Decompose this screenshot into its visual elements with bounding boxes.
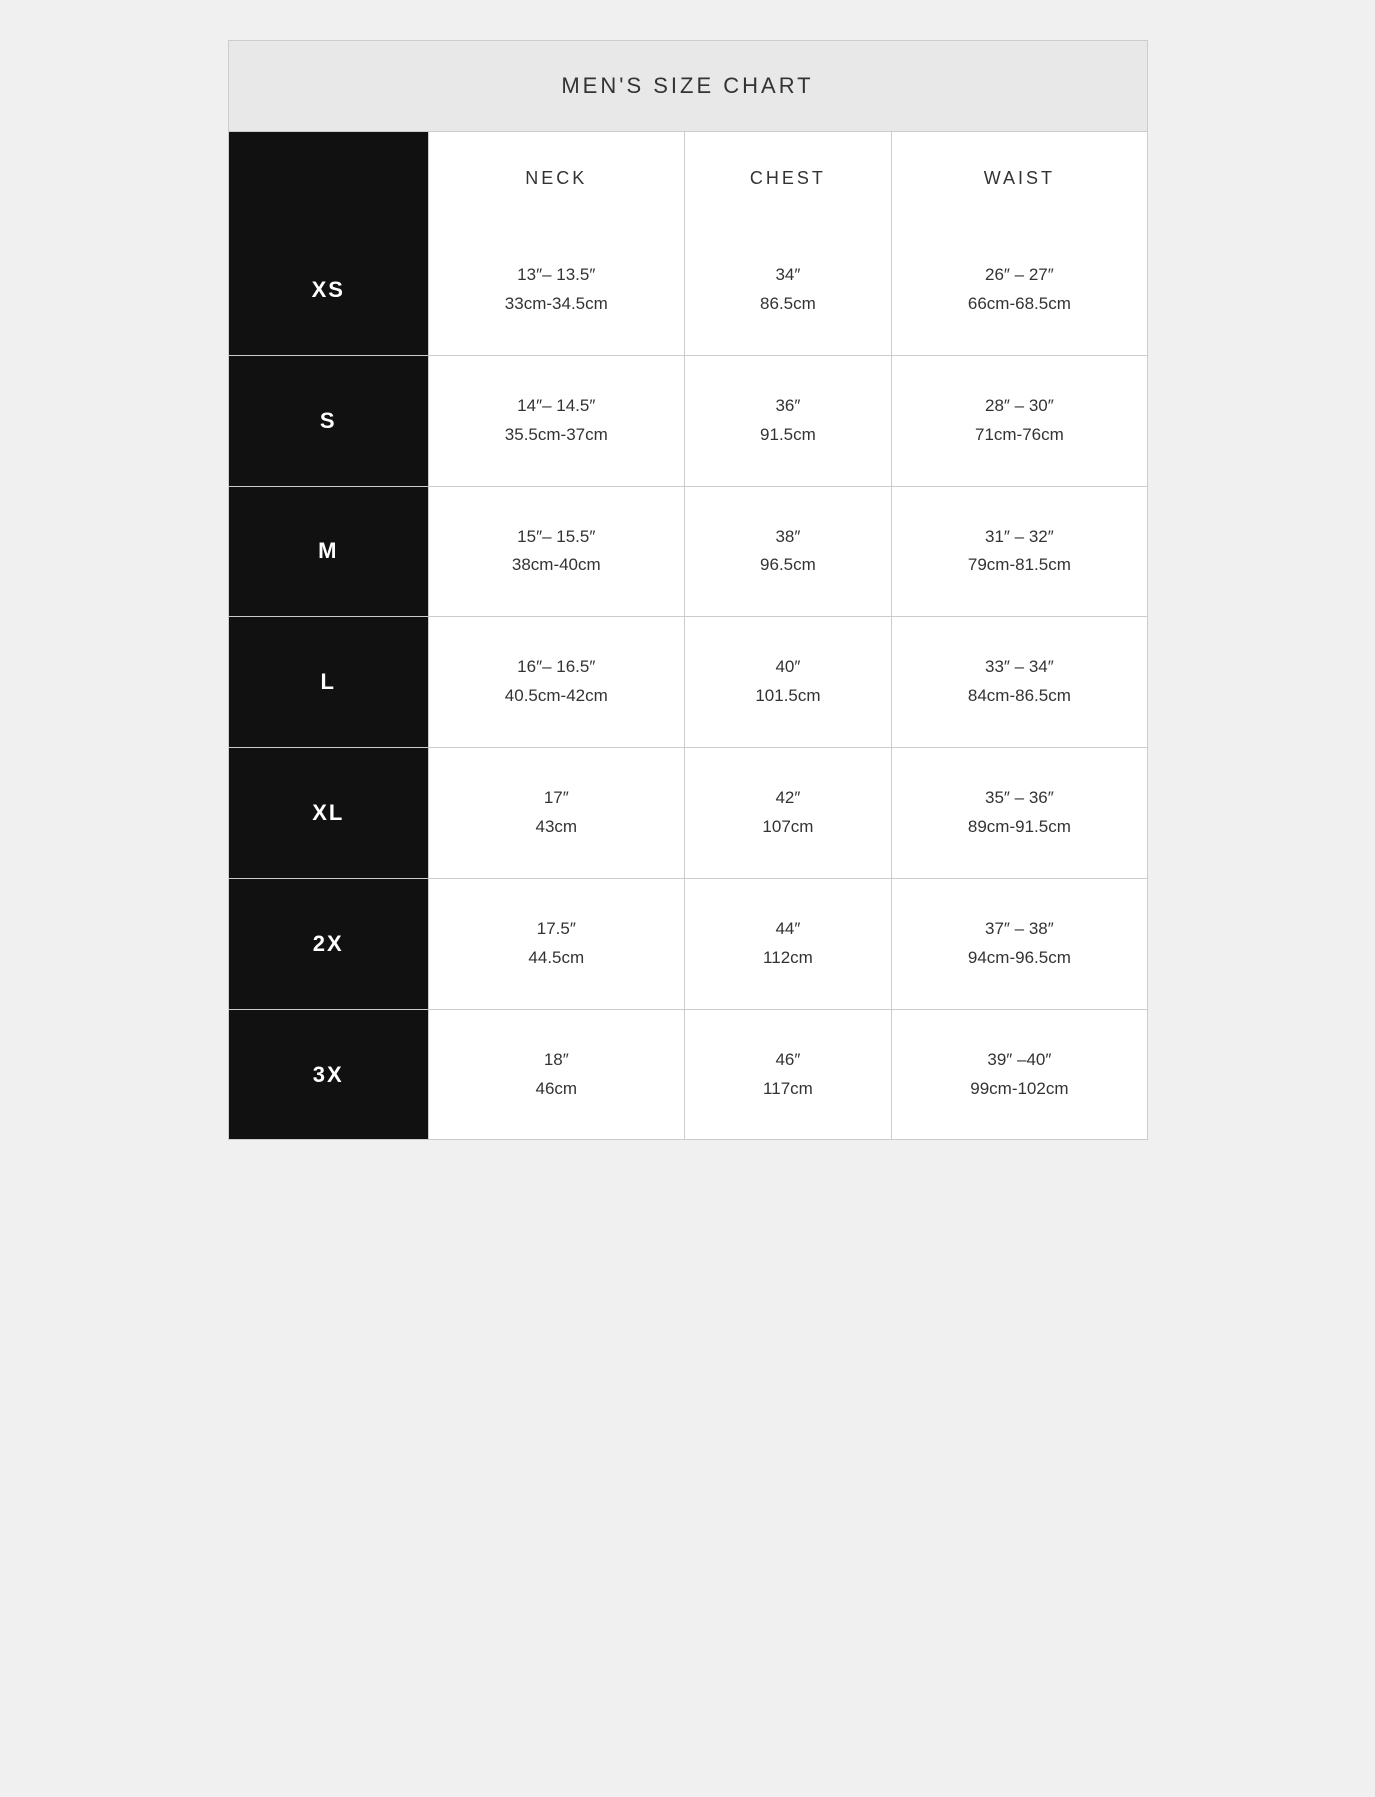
waist-cell: 39″ –40″99cm-102cm	[892, 1009, 1147, 1139]
table-header-row: NECK CHEST WAIST	[229, 132, 1147, 225]
size-chart: MEN'S SIZE CHART NECK CHEST WAIST XS13″–…	[228, 40, 1148, 1140]
table-row: 2X17.5″44.5cm44″112cm37″ – 38″94cm-96.5c…	[229, 878, 1147, 1009]
chest-cell: 46″117cm	[684, 1009, 892, 1139]
chest-cell: 34″86.5cm	[684, 225, 892, 355]
waist-cell: 37″ – 38″94cm-96.5cm	[892, 878, 1147, 1009]
size-label-cell: XL	[229, 748, 429, 879]
chart-title-row: MEN'S SIZE CHART	[229, 41, 1147, 132]
size-label-cell: L	[229, 617, 429, 748]
chest-cell: 38″96.5cm	[684, 486, 892, 617]
table-row: 3X18″46cm46″117cm39″ –40″99cm-102cm	[229, 1009, 1147, 1139]
chest-cell: 42″107cm	[684, 748, 892, 879]
neck-cell: 18″46cm	[429, 1009, 685, 1139]
size-label-cell: 2X	[229, 878, 429, 1009]
neck-cell: 17.5″44.5cm	[429, 878, 685, 1009]
size-label-cell: S	[229, 355, 429, 486]
waist-cell: 26″ – 27″66cm-68.5cm	[892, 225, 1147, 355]
header-waist: WAIST	[892, 132, 1147, 225]
table-row: S14″– 14.5″35.5cm-37cm36″91.5cm28″ – 30″…	[229, 355, 1147, 486]
header-chest: CHEST	[684, 132, 892, 225]
table-row: L16″– 16.5″40.5cm-42cm40″101.5cm33″ – 34…	[229, 617, 1147, 748]
waist-cell: 28″ – 30″71cm-76cm	[892, 355, 1147, 486]
waist-cell: 33″ – 34″84cm-86.5cm	[892, 617, 1147, 748]
size-table: NECK CHEST WAIST XS13″– 13.5″33cm-34.5cm…	[229, 132, 1147, 1139]
chart-title: MEN'S SIZE CHART	[561, 73, 813, 98]
waist-cell: 35″ – 36″89cm-91.5cm	[892, 748, 1147, 879]
waist-cell: 31″ – 32″79cm-81.5cm	[892, 486, 1147, 617]
header-neck: NECK	[429, 132, 685, 225]
table-row: XL17″43cm42″107cm35″ – 36″89cm-91.5cm	[229, 748, 1147, 879]
table-row: XS13″– 13.5″33cm-34.5cm34″86.5cm26″ – 27…	[229, 225, 1147, 355]
table-row: M15″– 15.5″38cm-40cm38″96.5cm31″ – 32″79…	[229, 486, 1147, 617]
neck-cell: 13″– 13.5″33cm-34.5cm	[429, 225, 685, 355]
header-size-cell	[229, 132, 429, 225]
chest-cell: 36″91.5cm	[684, 355, 892, 486]
size-label-cell: M	[229, 486, 429, 617]
neck-cell: 17″43cm	[429, 748, 685, 879]
chest-cell: 40″101.5cm	[684, 617, 892, 748]
chest-cell: 44″112cm	[684, 878, 892, 1009]
neck-cell: 16″– 16.5″40.5cm-42cm	[429, 617, 685, 748]
neck-cell: 14″– 14.5″35.5cm-37cm	[429, 355, 685, 486]
neck-cell: 15″– 15.5″38cm-40cm	[429, 486, 685, 617]
size-label-cell: 3X	[229, 1009, 429, 1139]
size-label-cell: XS	[229, 225, 429, 355]
